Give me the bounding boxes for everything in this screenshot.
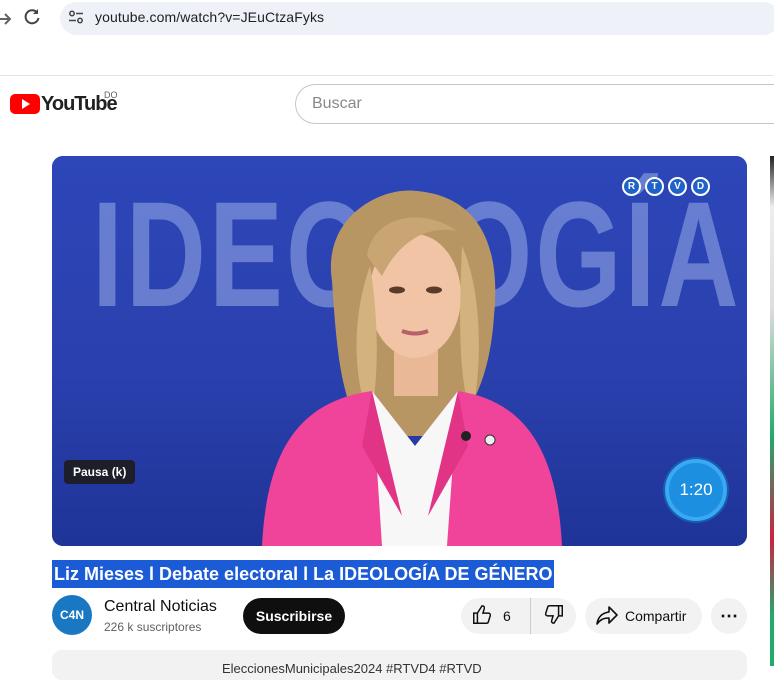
badge-d: D (691, 177, 710, 196)
youtube-logo[interactable]: YouTube (10, 93, 118, 115)
subscribe-button[interactable]: Suscribirse (243, 598, 345, 634)
url-text[interactable]: youtube.com/watch?v=JEuCtzaFyks (95, 9, 324, 25)
share-label: Compartir (625, 608, 687, 624)
toolbar-divider (0, 75, 774, 76)
thumbs-down-icon (543, 603, 565, 630)
forward-icon[interactable] (0, 9, 14, 29)
subscriber-count: 226 k suscriptores (104, 620, 202, 634)
dislike-button[interactable] (531, 598, 576, 634)
more-dots-icon: ⋯ (720, 605, 738, 626)
rtvd-logo: R T V D (622, 177, 710, 196)
browser-toolbar: youtube.com/watch?v=JEuCtzaFyks (0, 0, 774, 40)
badge-r: R (622, 177, 641, 196)
more-actions-button[interactable]: ⋯ (711, 598, 747, 634)
description-box[interactable]: EleccionesMunicipales2024 #RTVD4 #RTVD (52, 650, 747, 680)
like-dislike-group: 6 (461, 598, 576, 634)
share-button[interactable]: Compartir (585, 598, 702, 634)
like-count: 6 (503, 608, 511, 624)
related-videos-edge[interactable] (770, 156, 774, 666)
badge-v: V (668, 177, 687, 196)
video-title: Liz Mieses l Debate electoral l La IDEOL… (52, 560, 555, 588)
channel-avatar[interactable]: C4N (52, 595, 92, 635)
pause-tooltip: Pausa (k) (64, 460, 136, 484)
description-preview: EleccionesMunicipales2024 #RTVD4 #RTVD (222, 661, 482, 676)
site-settings-icon[interactable] (68, 9, 84, 25)
badge-t: T (645, 177, 664, 196)
search-input[interactable]: Buscar (295, 84, 774, 124)
channel-name[interactable]: Central Noticias (104, 598, 217, 616)
countdown-timer: 1:20 (665, 459, 727, 521)
like-button[interactable]: 6 (461, 598, 531, 634)
video-player[interactable]: IDEOLOGÍA R T V D DE B (52, 156, 747, 546)
presenter-figure (262, 190, 562, 546)
thumbs-up-icon (471, 604, 493, 629)
play-logo-icon (10, 94, 40, 114)
search-placeholder: Buscar (312, 95, 362, 112)
reload-icon[interactable] (22, 7, 42, 29)
country-code: DO (104, 90, 118, 100)
share-icon (595, 604, 619, 629)
